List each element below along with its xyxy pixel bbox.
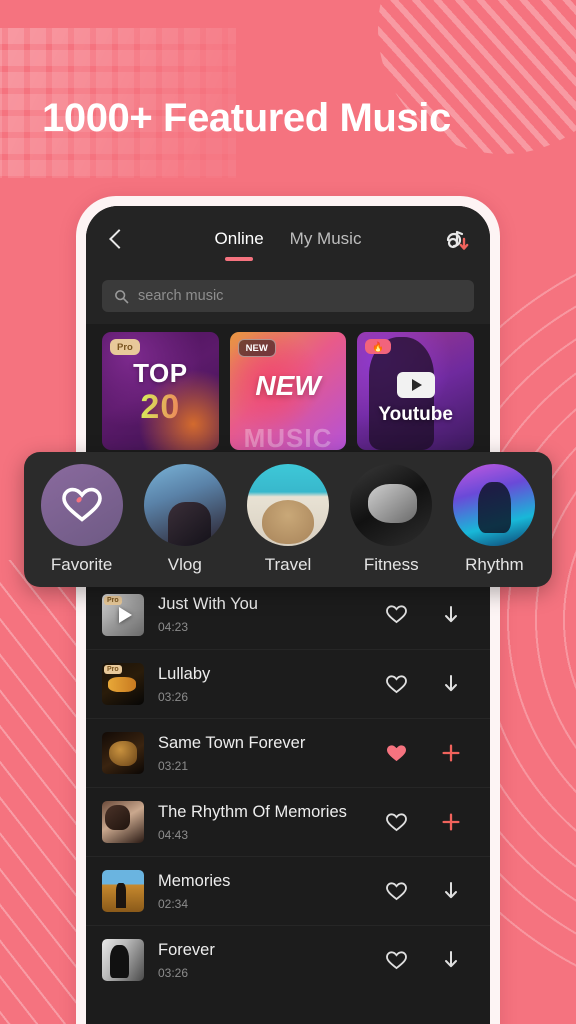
song-title: Memories xyxy=(158,871,231,890)
music-download-icon[interactable] xyxy=(440,224,472,256)
song-duration: 02:34 xyxy=(158,896,189,911)
phone-screen: Online My Music search music Pro TOP 20 … xyxy=(86,206,490,1024)
banner-new-music[interactable]: NEW NEW MUSIC xyxy=(229,332,347,450)
category-thumbnail xyxy=(350,464,433,546)
song-info: The Rhythm Of Memories 04:43 xyxy=(158,803,371,842)
page-title: 1000+ Featured Music xyxy=(42,96,451,140)
song-actions xyxy=(385,604,474,626)
category-travel[interactable]: Travel xyxy=(236,464,339,575)
table-row[interactable]: Same Town Forever 03:21 xyxy=(86,718,490,787)
favorite-icon[interactable] xyxy=(385,673,407,695)
search-input[interactable]: search music xyxy=(102,280,474,312)
song-actions xyxy=(385,673,474,695)
phone-mockup: Online My Music search music Pro TOP 20 … xyxy=(76,196,500,1024)
banner-new-subtitle: MUSIC xyxy=(243,423,333,450)
song-title: Just With You xyxy=(158,595,258,613)
song-duration: 03:26 xyxy=(158,689,189,704)
favorite-icon-filled[interactable] xyxy=(385,742,407,764)
heart-icon xyxy=(61,487,102,523)
category-rhythm[interactable]: Rhythm xyxy=(443,464,546,575)
download-icon[interactable] xyxy=(440,949,462,971)
song-info: Forever 03:26 xyxy=(158,941,371,980)
category-label: Vlog xyxy=(167,555,202,574)
song-info: Lullaby 03:26 xyxy=(158,665,371,704)
search-icon xyxy=(114,289,129,304)
category-thumbnail xyxy=(453,464,536,546)
banner-row: Pro TOP 20 NEW NEW MUSIC 🔥 Youtube xyxy=(86,324,490,460)
search-placeholder: search music xyxy=(138,288,224,304)
tab-my-music[interactable]: My Music xyxy=(290,229,362,251)
song-duration: 03:26 xyxy=(158,965,189,980)
table-row[interactable]: The Rhythm Of Memories 04:43 xyxy=(86,787,490,856)
tab-bar: Online My Music xyxy=(86,206,490,274)
banner-top20[interactable]: Pro TOP 20 xyxy=(102,332,219,450)
song-thumbnail xyxy=(102,939,144,981)
category-label: Rhythm xyxy=(465,555,524,574)
favorite-icon[interactable] xyxy=(385,811,407,833)
category-label: Travel xyxy=(264,555,312,574)
song-actions xyxy=(385,811,474,833)
category-thumbnail xyxy=(247,464,329,546)
pro-badge: Pro xyxy=(110,339,140,355)
download-icon[interactable] xyxy=(440,673,462,695)
song-thumbnail xyxy=(102,732,144,774)
category-fitness[interactable]: Fitness xyxy=(340,464,443,575)
song-title: Same Town Forever xyxy=(158,733,306,752)
category-vlog[interactable]: Vlog xyxy=(133,464,236,575)
banner-youtube[interactable]: 🔥 Youtube xyxy=(357,332,475,450)
category-thumbnail xyxy=(40,464,123,546)
song-info: Just With You 04:23 xyxy=(158,595,371,634)
song-duration: 04:43 xyxy=(158,827,189,842)
add-icon[interactable] xyxy=(440,811,462,833)
category-label: Fitness xyxy=(363,555,419,574)
category-label: Favorite xyxy=(50,555,113,574)
tab-online[interactable]: Online xyxy=(215,229,264,251)
category-favorite[interactable]: Favorite xyxy=(30,464,133,575)
download-icon[interactable] xyxy=(440,604,462,626)
song-title: Lullaby xyxy=(158,664,211,683)
table-row[interactable]: Pro Lullaby 03:26 xyxy=(86,649,490,718)
youtube-play-icon xyxy=(396,372,435,398)
pro-badge: Pro xyxy=(104,595,122,605)
song-title: The Rhythm Of Memories xyxy=(158,802,347,821)
song-duration: 04:23 xyxy=(158,620,189,634)
song-title: Forever xyxy=(158,940,215,959)
download-icon[interactable] xyxy=(440,880,462,902)
add-icon[interactable] xyxy=(440,742,462,764)
song-actions xyxy=(385,949,474,971)
song-thumbnail xyxy=(102,870,144,912)
category-panel: Favorite Vlog Travel Fitness Rhythm xyxy=(24,452,552,587)
table-row[interactable]: Pro Just With You 04:23 xyxy=(86,580,490,649)
category-thumbnail xyxy=(143,464,226,546)
banner-new-title: NEW xyxy=(255,370,321,401)
new-badge: NEW xyxy=(237,339,276,357)
song-actions xyxy=(385,742,474,764)
flame-icon: 🔥 xyxy=(365,339,392,354)
song-thumbnail: Pro xyxy=(102,663,144,705)
song-info: Memories 02:34 xyxy=(158,872,371,911)
favorite-icon[interactable] xyxy=(385,604,407,626)
app-header: Online My Music xyxy=(86,206,490,274)
song-duration: 03:21 xyxy=(158,758,189,773)
chevron-left-icon[interactable] xyxy=(104,227,130,253)
favorite-icon[interactable] xyxy=(385,949,407,971)
table-row[interactable]: Memories 02:34 xyxy=(86,856,490,925)
banner-youtube-title: Youtube xyxy=(378,404,453,425)
song-list: Pro Just With You 04:23 Pro Lullaby 03:2… xyxy=(86,580,490,994)
favorite-icon[interactable] xyxy=(385,880,407,902)
song-thumbnail: Pro xyxy=(102,593,144,636)
table-row[interactable]: Forever 03:26 xyxy=(86,925,490,994)
banner-top20-title: TOP xyxy=(133,358,188,388)
song-thumbnail xyxy=(102,801,144,843)
song-actions xyxy=(385,880,474,902)
pro-badge: Pro xyxy=(104,665,122,674)
banner-top20-subtitle: 20 xyxy=(102,388,219,427)
song-info: Same Town Forever 03:21 xyxy=(158,734,371,773)
search-section: search music xyxy=(86,274,490,324)
